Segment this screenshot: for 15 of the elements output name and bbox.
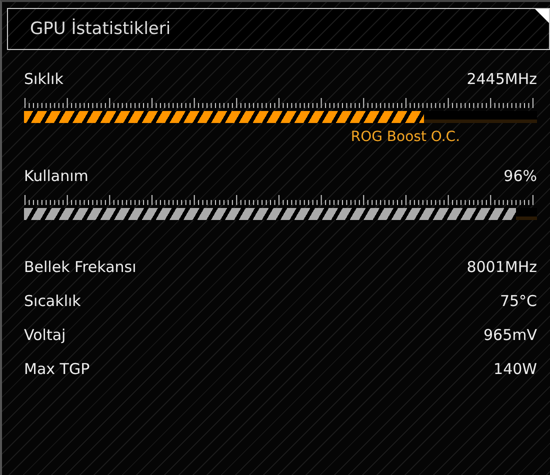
boost-label: ROG Boost O.C. [350,129,460,145]
metric-label: Sıklık [24,70,64,88]
stat-label: Max TGP [24,360,90,378]
stat-label: Sıcaklık [24,292,81,310]
panel-title: GPU İstatistikleri [30,19,171,39]
metric-value: 2445MHz [466,70,537,88]
stat-value: 140W [494,360,537,378]
metric-label: Kullanım [24,167,88,185]
stat-label: Bellek Frekansı [24,258,136,276]
stat-label: Voltaj [24,326,66,344]
stat-value: 8001MHz [466,258,537,276]
stat-value: 75°C [500,292,537,310]
metric-value: 96% [504,167,537,185]
stat-value: 965mV [483,326,537,344]
corner-icon [535,9,549,23]
